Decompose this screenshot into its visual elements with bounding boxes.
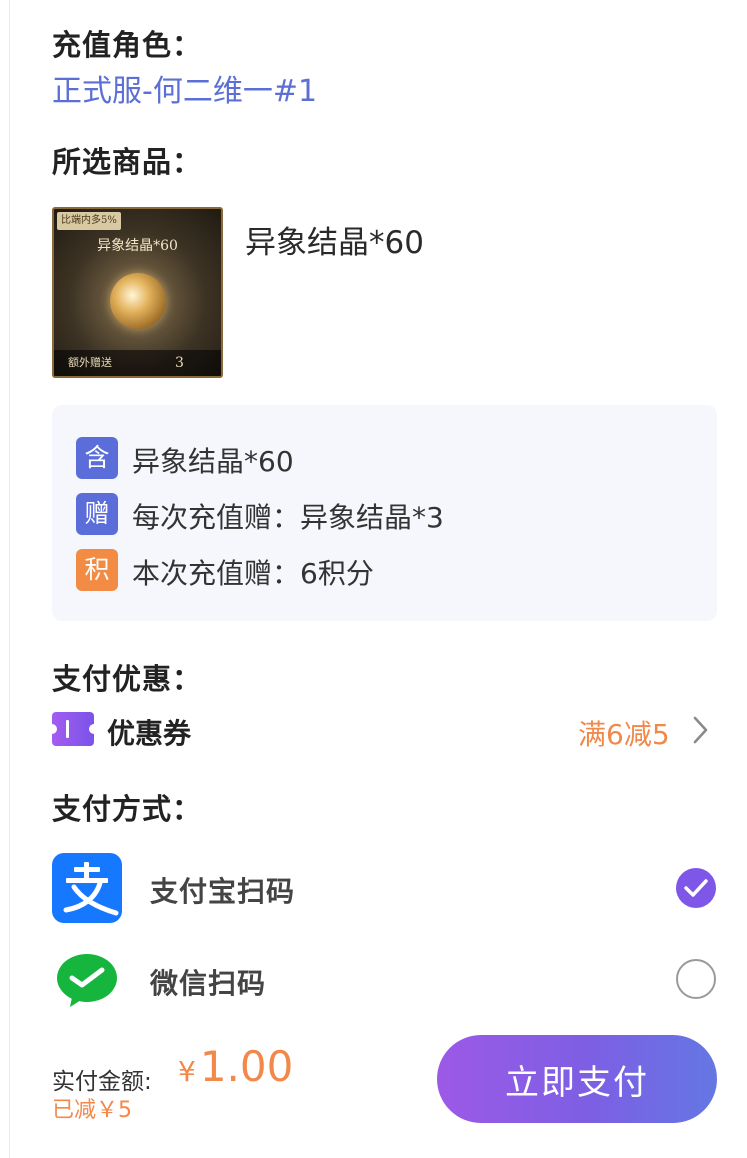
total-value: ¥1.00 (178, 1042, 293, 1091)
points-tag: 积 (76, 549, 118, 591)
product-thumbnail: 比端内多5% 异象结晶*60 额外赠送 3 (52, 207, 223, 378)
left-divider (9, 0, 10, 1158)
coupon-value[interactable]: 满6减5 (578, 713, 670, 753)
chevron-right-icon[interactable] (690, 714, 710, 750)
included-tag: 含 (76, 437, 118, 479)
discount-heading: 支付优惠： (52, 662, 203, 696)
product-name: 异象结晶*60 (245, 225, 424, 261)
pay-now-button[interactable]: 立即支付 (437, 1035, 717, 1123)
gift-tag: 赠 (76, 493, 118, 535)
alipay-label[interactable]: 支付宝扫码 (150, 870, 295, 910)
crystal-icon (110, 273, 166, 329)
points-text: 本次充值赠：6积分 (132, 557, 374, 590)
total-amount: 1.00 (199, 1042, 294, 1091)
currency-symbol: ¥ (178, 1055, 196, 1088)
thumb-bonus-bar: 额外赠送 3 (54, 350, 221, 376)
thumb-badge: 比端内多5% (57, 212, 121, 230)
total-label: 实付金额: (52, 1069, 152, 1095)
thumb-bonus-label: 额外赠送 (68, 356, 112, 369)
check-icon (684, 879, 708, 897)
wechat-label[interactable]: 微信扫码 (150, 962, 266, 1002)
product-heading: 所选商品： (52, 145, 203, 179)
thumb-bonus-count: 3 (175, 355, 184, 371)
saved-amount: 已减￥5 (52, 1098, 132, 1123)
included-text: 异象结晶*60 (132, 445, 294, 478)
thumb-title: 异象结晶*60 (97, 238, 178, 254)
role-heading: 充值角色： (52, 28, 203, 62)
alipay-icon (52, 853, 122, 923)
role-value: 正式服-何二维一#1 (52, 74, 318, 109)
coupon-label[interactable]: 优惠券 (107, 712, 191, 752)
wechat-icon (52, 945, 122, 1015)
wechat-radio-unchecked[interactable] (676, 959, 716, 999)
coupon-ticket-icon (52, 712, 94, 746)
gift-text: 每次充值赠：异象结晶*3 (132, 501, 444, 534)
payment-heading: 支付方式： (52, 792, 203, 826)
alipay-radio-checked[interactable] (676, 868, 716, 908)
